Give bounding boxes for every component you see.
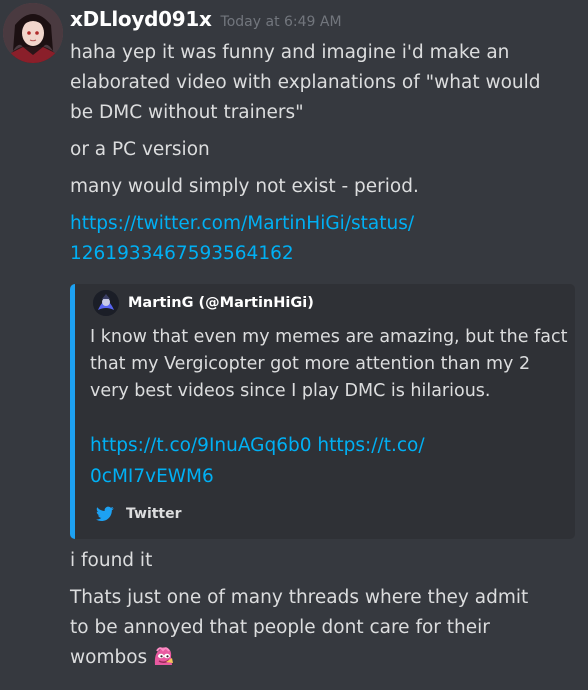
message-text-line: many would simply not exist - period.: [70, 176, 419, 197]
embed-footer-text: Twitter: [126, 506, 182, 522]
chat-message: xDLloyd091x Today at 6:49 AM haha yep it…: [0, 0, 588, 690]
embed-text-line: I know that even my memes are amazing, b…: [90, 327, 568, 347]
timestamp[interactable]: Today at 6:49 AM: [221, 14, 342, 30]
embed-text-line: very best videos since I play DMC is hil…: [90, 381, 491, 401]
embed-links[interactable]: https://t.co/9InuAGq6b0 https://t.co/ 0c…: [90, 430, 425, 492]
message-content: haha yep it was funny and imagine i'd ma…: [70, 38, 580, 269]
embed-footer: Twitter: [96, 506, 182, 522]
anime-avatar-icon: [3, 3, 63, 63]
message-paragraph: haha yep it was funny and imagine i'd ma…: [70, 38, 580, 128]
message-text-line: Thats just one of many threads where the…: [70, 587, 529, 608]
pink-pepe-emoji-icon[interactable]: [152, 645, 174, 667]
username[interactable]: xDLloyd091x: [70, 7, 212, 31]
message-paragraph: Thats just one of many threads where the…: [70, 583, 585, 673]
message-content-continued: i found it Thats just one of many thread…: [70, 546, 585, 673]
message-text-line: elaborated video with explanations of "w…: [70, 72, 541, 93]
tweet-link[interactable]: https://twitter.com/MartinHiGi/status/ 1…: [70, 209, 580, 269]
twitter-bird-icon: [96, 506, 114, 522]
embed-link-line[interactable]: https://t.co/9InuAGq6b0 https://t.co/: [90, 430, 425, 461]
embed-author[interactable]: MartinG (@MartinHiGi): [93, 290, 314, 316]
embed-text-line: that my Vergicopter got more attention t…: [90, 354, 531, 374]
message-text-line: or a PC version: [70, 139, 210, 160]
message-paragraph: i found it: [70, 546, 585, 576]
tweet-link-line[interactable]: https://twitter.com/MartinHiGi/status/: [70, 209, 580, 239]
message-paragraph: many would simply not exist - period.: [70, 172, 580, 202]
message-text-line: wombos: [70, 643, 585, 673]
user-avatar[interactable]: [3, 3, 63, 63]
tweet-link-line[interactable]: 1261933467593564162: [70, 239, 580, 269]
twitter-user-avatar-icon: [93, 290, 119, 316]
embed-author-name[interactable]: MartinG (@MartinHiGi): [128, 295, 314, 311]
message-text-line: be DMC without trainers": [70, 102, 304, 123]
twitter-embed: MartinG (@MartinHiGi) I know that even m…: [70, 284, 575, 539]
message-paragraph: or a PC version: [70, 135, 580, 165]
message-text-line: haha yep it was funny and imagine i'd ma…: [70, 42, 510, 63]
message-text-line: to be annoyed that people dont care for …: [70, 617, 490, 638]
embed-description: I know that even my memes are amazing, b…: [90, 324, 570, 405]
embed-link-line[interactable]: 0cMI7vEWM6: [90, 461, 425, 492]
message-text-line: i found it: [70, 550, 153, 571]
message-header: xDLloyd091x Today at 6:49 AM: [70, 7, 342, 37]
message-text: wombos: [70, 647, 148, 668]
